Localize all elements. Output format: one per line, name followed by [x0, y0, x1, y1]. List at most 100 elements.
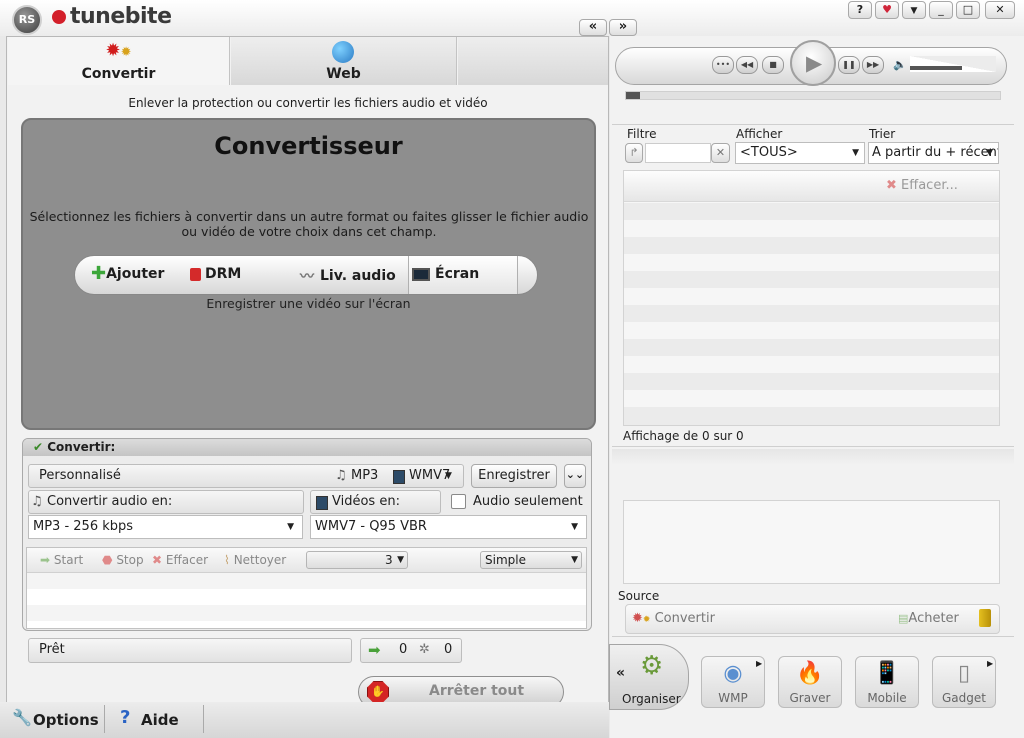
list-clear-label: Effacer...: [901, 178, 958, 193]
buy-button[interactable]: ▤Acheter: [898, 611, 959, 626]
chevron-down-icon: ▼: [445, 471, 452, 481]
source-label: Source: [618, 589, 660, 603]
sort-select[interactable]: A partir du + récent ▼: [868, 142, 999, 164]
video-format-select[interactable]: WMV7 - Q95 VBR ▼: [310, 515, 587, 539]
book-icon: [979, 609, 991, 627]
stop-square-icon: ■: [769, 60, 777, 69]
stop-playback-button[interactable]: ■: [762, 56, 784, 74]
burn-label: Graver: [789, 691, 831, 705]
audio-only-checkbox[interactable]: [451, 494, 466, 509]
list-row: [624, 407, 999, 425]
filter-apply-button[interactable]: ↱: [625, 143, 643, 163]
list-clear-button[interactable]: ✖ Effacer...: [886, 178, 958, 193]
help-window-button[interactable]: ?: [848, 1, 872, 19]
processing-count: 0: [444, 642, 453, 657]
show-select[interactable]: <TOUS> ▼: [735, 142, 865, 164]
x-icon: ✖: [152, 553, 163, 567]
sort-value: A partir du + récent: [872, 145, 999, 160]
play-icon: ▶: [806, 51, 823, 75]
clear-button[interactable]: ✖ Effacer: [152, 553, 208, 567]
list-count: Affichage de 0 sur 0: [623, 429, 744, 443]
audio-format-select[interactable]: MP3 - 256 kbps ▼: [28, 515, 303, 539]
sort-label: Trier: [869, 127, 896, 141]
wmp-menu-arrow-icon[interactable]: ▶: [756, 659, 762, 668]
volume-slider[interactable]: [910, 56, 996, 72]
help-button[interactable]: ? Aide: [106, 704, 202, 734]
drm-button[interactable]: DRM: [190, 266, 241, 282]
seek-handle[interactable]: [626, 92, 640, 99]
maximize-button[interactable]: □: [956, 1, 980, 19]
mobile-button[interactable]: 📱 Mobile: [855, 656, 919, 708]
converter-description: Sélectionnez les fichiers à convertir da…: [29, 209, 589, 239]
list-row: [624, 373, 999, 390]
forward-button[interactable]: ▶▶: [862, 56, 884, 74]
chevron-down-icon: ▼: [571, 522, 578, 532]
monitor-icon: [412, 267, 430, 281]
rs-logo: RS: [12, 5, 42, 35]
chevron-down-icon: ▼: [571, 555, 578, 565]
flame-icon: 🔥: [796, 661, 824, 686]
source-convert-button[interactable]: ✹✹ Convertir: [632, 611, 715, 626]
screen-button[interactable]: Écran: [412, 266, 479, 282]
tab-convertir[interactable]: ✹✹ Convertir: [8, 37, 230, 85]
waveform-icon: 〰: [300, 269, 314, 285]
skin-button[interactable]: ♥: [875, 1, 899, 19]
tab-label: Web: [326, 66, 361, 82]
splitter[interactable]: [612, 449, 1014, 465]
burn-button[interactable]: 🔥 Graver: [778, 656, 842, 708]
options-button[interactable]: 🔧 Options: [2, 704, 102, 734]
x-icon: ✕: [715, 146, 726, 159]
menu-button[interactable]: ▼: [902, 1, 926, 19]
chevron-down-icon: ▼: [852, 148, 859, 158]
clear-label: Effacer: [165, 553, 209, 567]
pause-button[interactable]: ❚❚: [838, 56, 860, 74]
play-button[interactable]: ▶: [790, 40, 836, 86]
dots-icon: •••: [715, 60, 731, 69]
tab-web[interactable]: Web: [231, 37, 457, 85]
filter-clear-button[interactable]: ✕: [711, 143, 730, 163]
organize-button[interactable]: « ⚙ Organiser: [609, 644, 689, 710]
collapse-left-button[interactable]: «: [579, 19, 607, 36]
minimize-button[interactable]: _: [929, 1, 953, 19]
gadget-menu-arrow-icon[interactable]: ▶: [987, 659, 993, 668]
done-count: 0: [399, 642, 408, 657]
profile-select[interactable]: Personnalisé ♫ MP3 WMV7 ▼: [28, 464, 464, 488]
gears-icon: ✹✹: [105, 40, 132, 61]
stop-label: Stop: [116, 553, 144, 567]
options-label: Options: [33, 711, 99, 729]
arrow-right-icon: ➡: [368, 641, 381, 659]
video-format-label: Vidéos en:: [332, 494, 400, 509]
audio-only-label: Audio seulement: [473, 494, 583, 509]
expand-options-button[interactable]: ⌄⌄: [564, 464, 586, 488]
clean-button[interactable]: ⌇ Nettoyer: [224, 553, 286, 567]
close-button[interactable]: ✕: [985, 1, 1015, 19]
list-row: [624, 339, 999, 356]
app-name: tunebite: [70, 4, 172, 29]
mode-select[interactable]: Simple ▼: [480, 551, 582, 569]
tab-label: Convertir: [81, 66, 156, 82]
stop-button[interactable]: ⬣ Stop: [102, 553, 144, 567]
film-icon: [316, 496, 328, 510]
add-button[interactable]: ✚Ajouter: [91, 265, 164, 283]
filter-input[interactable]: [645, 143, 711, 163]
live-audio-button[interactable]: 〰 Liv. audio: [300, 266, 396, 286]
audio-format-label-bar: ♫ Convertir audio en:: [28, 490, 304, 514]
rewind-icon: ◀◀: [740, 60, 754, 69]
wmp-icon: ◉: [723, 661, 743, 686]
pause-icon: ❚❚: [842, 60, 856, 69]
wrench-icon: 🔧: [12, 708, 32, 727]
question-icon: ?: [120, 707, 131, 728]
start-button[interactable]: ➡ Start: [40, 553, 83, 567]
seek-bar[interactable]: [625, 91, 1001, 100]
skin-icon: ♥: [882, 3, 892, 16]
playlist-button[interactable]: •••: [712, 56, 734, 74]
threads-select[interactable]: 3 ▼: [306, 551, 408, 569]
mode-value: Simple: [485, 553, 526, 567]
volume-level: [910, 66, 962, 70]
rewind-button[interactable]: ◀◀: [736, 56, 758, 74]
video-format-value: WMV7 - Q95 VBR: [315, 519, 427, 534]
record-button[interactable]: Enregistrer: [471, 464, 557, 488]
expand-right-button[interactable]: »: [609, 19, 637, 36]
list-row: [624, 237, 999, 254]
tab-empty: [458, 37, 608, 85]
